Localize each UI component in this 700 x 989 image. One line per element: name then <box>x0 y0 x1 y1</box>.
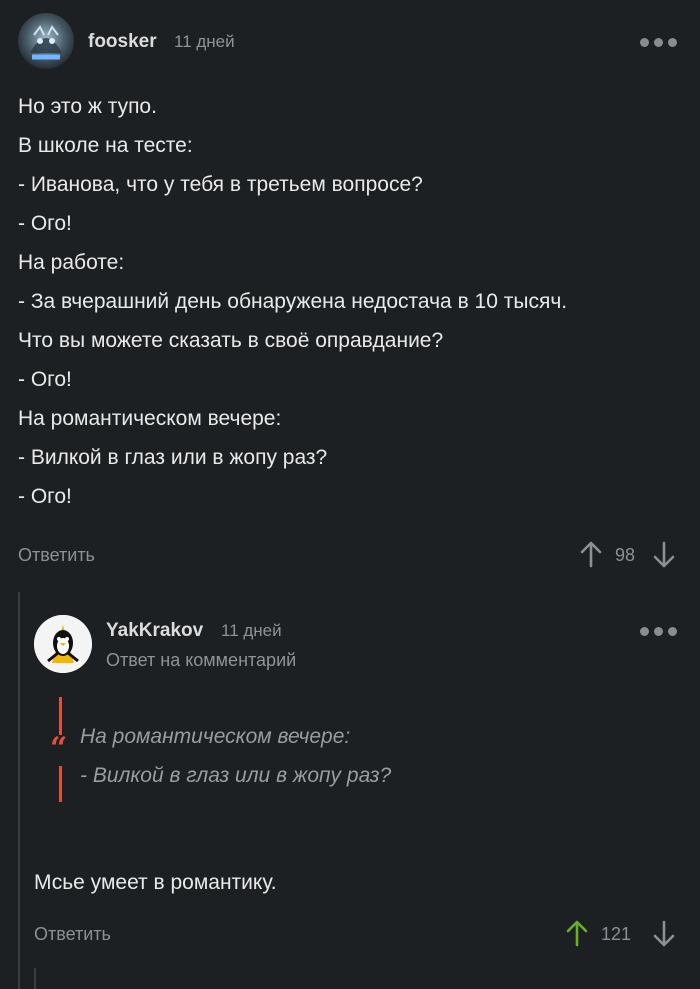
comment-text-line: Но это ж тупо. <box>18 95 157 118</box>
comment-text-line: - Иванова, что у тебя в третьем вопросе? <box>18 173 423 196</box>
comment-text-line: - Вилкой в глаз или в жопу раз? <box>18 446 328 469</box>
arrow-down-icon[interactable] <box>652 920 676 948</box>
comment-text: Мсье умеет в романтику. <box>34 871 277 894</box>
more-dots-icon[interactable] <box>640 627 677 636</box>
comment-text-line: Что вы можете сказать в своё оправдание? <box>18 329 444 352</box>
avatar-image <box>18 13 74 69</box>
reply-button[interactable]: Ответить <box>18 545 95 566</box>
avatar-yakkrakov[interactable] <box>34 615 92 673</box>
comment-text-line: - Ого! <box>18 212 72 235</box>
avatar-foosker[interactable] <box>18 13 74 69</box>
score: 98 <box>615 545 636 565</box>
username[interactable]: foosker <box>88 31 157 53</box>
quote-icon: “ <box>50 731 68 766</box>
reply-button[interactable]: Ответить <box>34 924 111 945</box>
comment-text-line: - За вчерашний день обнаружена недостача… <box>18 290 568 313</box>
comment-text-line: - Ого! <box>18 368 72 391</box>
comment-text-line: В школе на тесте: <box>18 134 193 157</box>
arrow-up-icon[interactable] <box>565 919 589 947</box>
arrow-up-icon[interactable] <box>579 540 603 568</box>
arrow-down-icon[interactable] <box>652 541 676 569</box>
avatar-image <box>34 615 92 673</box>
comment-text-line: - Ого! <box>18 485 72 508</box>
quote-text-line: На романтическом вечере: <box>80 725 351 748</box>
quote-bar-bottom <box>59 766 62 802</box>
thread-line[interactable] <box>18 592 20 989</box>
reply-to-label[interactable]: Ответ на комментарий <box>106 650 296 671</box>
quote-text-line: - Вилкой в глаз или в жопу раз? <box>80 764 392 787</box>
quote-bar-top <box>59 697 62 735</box>
more-dots-icon[interactable] <box>640 38 677 47</box>
username[interactable]: YakKrakov <box>106 620 203 642</box>
timestamp: 11 дней <box>221 621 282 640</box>
thread-line[interactable] <box>34 968 36 989</box>
comment-text-line: На романтическом вечере: <box>18 407 282 430</box>
timestamp: 11 дней <box>174 32 235 51</box>
score: 121 <box>601 924 632 944</box>
comment-text-line: На работе: <box>18 251 125 274</box>
